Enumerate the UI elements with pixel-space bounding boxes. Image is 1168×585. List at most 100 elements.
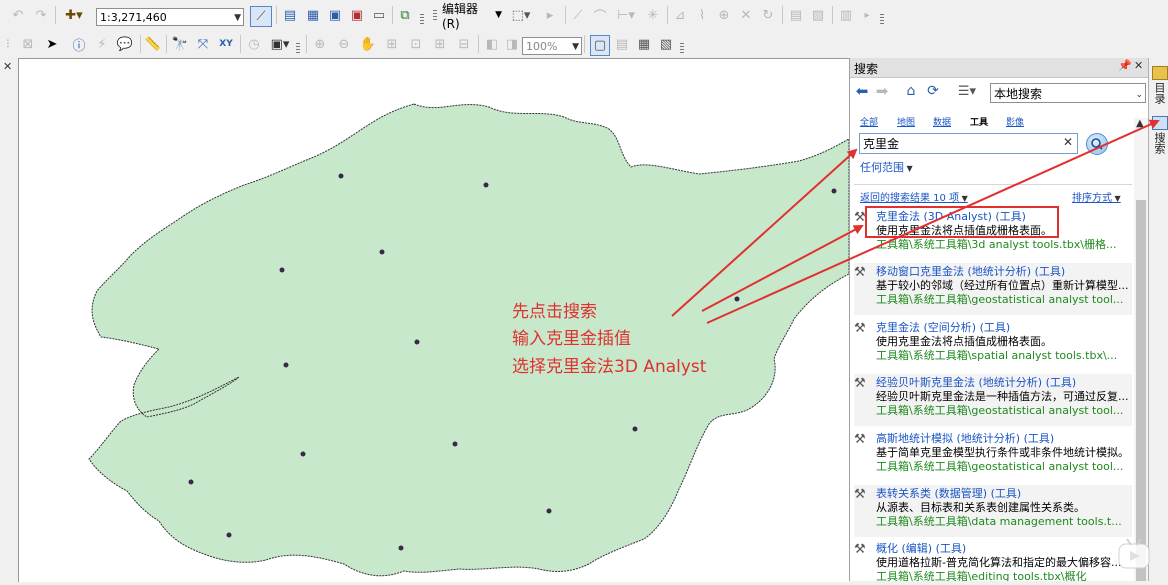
go-to-xy-icon[interactable]: XY bbox=[216, 34, 236, 54]
any-extent-label: 任何范围 bbox=[860, 161, 904, 174]
model-builder-icon[interactable]: ⧉ bbox=[396, 5, 414, 25]
create-viewer-icon[interactable]: ▣▾ bbox=[268, 34, 292, 54]
select-elements-icon[interactable]: ⊠ bbox=[20, 34, 36, 54]
trace-tool-icon[interactable]: ⊢▾ bbox=[614, 5, 638, 25]
map-scale-value: 1:3,271,460 bbox=[100, 11, 167, 24]
go-back-extent-icon[interactable]: ◧ bbox=[484, 34, 500, 54]
straight-segment-icon[interactable]: ⟋ bbox=[570, 5, 586, 25]
scrollbar-thumb[interactable] bbox=[1136, 200, 1146, 581]
close-icon[interactable]: ✕ bbox=[1134, 59, 1143, 72]
layout-pan-icon[interactable]: ✋ bbox=[360, 34, 376, 54]
edit-vertices-icon[interactable]: ⊿ bbox=[672, 5, 688, 25]
python-window-icon[interactable]: ▭ bbox=[370, 5, 388, 25]
search-tab[interactable]: 搜索 bbox=[1151, 132, 1167, 154]
any-extent-dropdown[interactable]: 任何范围 ▼ bbox=[860, 159, 913, 175]
standard-toolbar: ↶ ↷ ✚▾ 1:3,271,460 ▼ ⟋ ▤ ▦ ▣ ▣ ▭ ⧉ 编辑器(R… bbox=[0, 2, 1168, 31]
add-data-icon[interactable]: ✚▾ bbox=[60, 5, 88, 25]
toolbar-grip[interactable] bbox=[880, 14, 884, 26]
arctoolbox-icon[interactable]: ▣ bbox=[348, 5, 366, 25]
reshape-feature-icon[interactable]: ⌇ bbox=[694, 5, 710, 25]
result-path: 工具箱\系统工具箱\geostatistical analyst tool... bbox=[876, 293, 1124, 306]
map-scale-combo[interactable]: 1:3,271,460 ▼ bbox=[96, 8, 244, 26]
toolbar-grip[interactable]: ⁝ bbox=[3, 34, 13, 54]
attributes-icon[interactable]: ▤ bbox=[788, 5, 804, 25]
tab-maps[interactable]: 地图 bbox=[897, 115, 915, 128]
results-count-link[interactable]: 返回的搜索结果 10 项 ▼ bbox=[860, 189, 968, 204]
time-slider-icon[interactable]: ◷ bbox=[246, 34, 262, 54]
search-window-title-bar[interactable]: 搜索 📌 ✕ bbox=[850, 58, 1148, 78]
result-item[interactable]: ⚒ 高斯地统计模拟 (地统计分析) (工具) 基于简单克里金模型执行条件或非条件… bbox=[854, 430, 1132, 482]
result-item[interactable]: ⚒ 概化 (编辑) (工具) 使用道格拉斯-普克简化算法和指定的最大偏移容...… bbox=[854, 540, 1132, 581]
zoom-100-percent-icon[interactable]: ⊡ bbox=[408, 34, 424, 54]
home-icon[interactable]: ⌂ bbox=[902, 81, 920, 101]
toolbar-grip[interactable] bbox=[680, 43, 684, 55]
tab-imagery[interactable]: 影像 bbox=[1006, 115, 1024, 128]
cut-polygons-icon[interactable]: ⊕ bbox=[716, 5, 732, 25]
identify-icon[interactable]: ⓘ bbox=[70, 34, 88, 54]
end-point-arc-icon[interactable]: ⌒ bbox=[592, 5, 608, 25]
create-features-icon[interactable]: ▥ bbox=[838, 5, 854, 25]
toolbar-separator bbox=[276, 6, 277, 24]
layout-zoom-in-icon[interactable]: ⊕ bbox=[312, 34, 328, 54]
change-layout-icon[interactable]: ▦ bbox=[636, 34, 652, 54]
edit-annotation-icon[interactable]: ▸ bbox=[540, 5, 560, 25]
result-item[interactable]: ⚒ 克里金法 (3D Analyst) (工具) 使用克里金法将点插值成栅格表面… bbox=[854, 208, 1132, 260]
split-tool-icon[interactable]: ✕ bbox=[738, 5, 754, 25]
html-popup-icon[interactable]: 💬 bbox=[116, 34, 134, 54]
point-icon[interactable]: ✳ bbox=[645, 5, 661, 25]
sample-point bbox=[300, 451, 306, 457]
find-route-icon[interactable]: ⤧ bbox=[194, 34, 212, 54]
map-view[interactable] bbox=[18, 58, 850, 582]
search-window-icon[interactable]: ▣ bbox=[326, 5, 344, 25]
toolbar-grip[interactable] bbox=[420, 14, 424, 26]
pin-icon[interactable]: 📌 bbox=[1118, 59, 1132, 72]
search-scope-dropdown[interactable]: 本地搜索 ⌄ bbox=[990, 83, 1146, 103]
forward-arrow-icon[interactable]: ➡ bbox=[874, 81, 890, 101]
zoom-whole-page-icon[interactable]: ⊞ bbox=[384, 34, 400, 54]
rotate-tool-icon[interactable]: ↻ bbox=[760, 5, 776, 25]
search-options-icon[interactable]: ☰▾ bbox=[952, 81, 982, 101]
fixed-zoom-in-icon[interactable]: ⊞ bbox=[432, 34, 448, 54]
data-driven-pages-icon[interactable]: ▧ bbox=[658, 34, 674, 54]
result-item[interactable]: ⚒ 克里金法 (空间分析) (工具) 使用克里金法将点插值成栅格表面。 工具箱\… bbox=[854, 319, 1132, 371]
edit-tool-icon[interactable]: ⬚▾ bbox=[508, 5, 534, 25]
toolbar-grip[interactable] bbox=[296, 43, 300, 55]
refresh-icon[interactable]: ⟳ bbox=[924, 81, 942, 101]
redo-icon[interactable]: ↷ bbox=[33, 5, 49, 25]
toggle-draft-mode-icon[interactable]: ▢ bbox=[590, 35, 610, 56]
tab-tools[interactable]: 工具 bbox=[970, 115, 988, 128]
editor-menu-button[interactable]: 编辑器(R) ▼ bbox=[442, 2, 502, 31]
close-icon[interactable]: ✕ bbox=[3, 60, 12, 73]
layout-zoom-combo[interactable]: 100% ▼ bbox=[522, 37, 582, 55]
measure-icon[interactable]: 📏 bbox=[144, 34, 162, 54]
scroll-up-icon[interactable]: ▲ bbox=[1136, 118, 1144, 129]
results-scrollbar[interactable]: ▲ bbox=[1134, 118, 1148, 581]
catalog-icon[interactable]: ▦ bbox=[304, 5, 322, 25]
table-of-contents-icon[interactable]: ▤ bbox=[281, 5, 299, 25]
sketch-properties-icon[interactable]: ▧ bbox=[810, 5, 826, 25]
focus-data-frame-icon[interactable]: ▤ bbox=[614, 34, 630, 54]
catalog-folder-icon[interactable] bbox=[1152, 66, 1168, 80]
toolbar-grip[interactable] bbox=[433, 10, 437, 22]
back-arrow-icon[interactable]: ⬅ bbox=[854, 81, 870, 101]
result-item[interactable]: ⚒ 表转关系类 (数据管理) (工具) 从源表、目标表和关系表创建属性关系类。 … bbox=[854, 485, 1132, 537]
clear-search-icon[interactable]: ✕ bbox=[1063, 135, 1073, 149]
tab-data[interactable]: 数据 bbox=[933, 115, 951, 128]
result-item[interactable]: ⚒ 移动窗口克里金法 (地统计分析) (工具) 基于较小的邻域（经过所有位置点）… bbox=[854, 263, 1132, 315]
find-binoculars-icon[interactable]: 🔭 bbox=[170, 34, 190, 54]
go-forward-extent-icon[interactable]: ◨ bbox=[504, 34, 520, 54]
layout-zoom-out-icon[interactable]: ⊖ bbox=[336, 34, 352, 54]
select-arrow-icon[interactable]: ➤ bbox=[44, 34, 60, 54]
catalog-tab[interactable]: 目录 bbox=[1151, 82, 1167, 104]
sort-by-dropdown[interactable]: 排序方式 ▼ bbox=[1072, 189, 1121, 204]
toolbar-overflow-icon[interactable]: ▸ bbox=[860, 5, 874, 25]
search-go-button[interactable] bbox=[1086, 133, 1108, 155]
editor-toolbar-icon[interactable]: ⟋ bbox=[250, 6, 272, 27]
fixed-zoom-out-icon[interactable]: ⊟ bbox=[456, 34, 472, 54]
tab-all[interactable]: 全部 bbox=[860, 115, 878, 128]
result-item[interactable]: ⚒ 经验贝叶斯克里金法 (地统计分析) (工具) 经验贝叶斯克里金法是一种插值方… bbox=[854, 374, 1132, 426]
search-input[interactable] bbox=[860, 134, 1062, 153]
hyperlink-icon[interactable]: ⚡ bbox=[94, 34, 110, 54]
undo-icon[interactable]: ↶ bbox=[10, 5, 26, 25]
search-tab-icon[interactable] bbox=[1152, 116, 1168, 130]
